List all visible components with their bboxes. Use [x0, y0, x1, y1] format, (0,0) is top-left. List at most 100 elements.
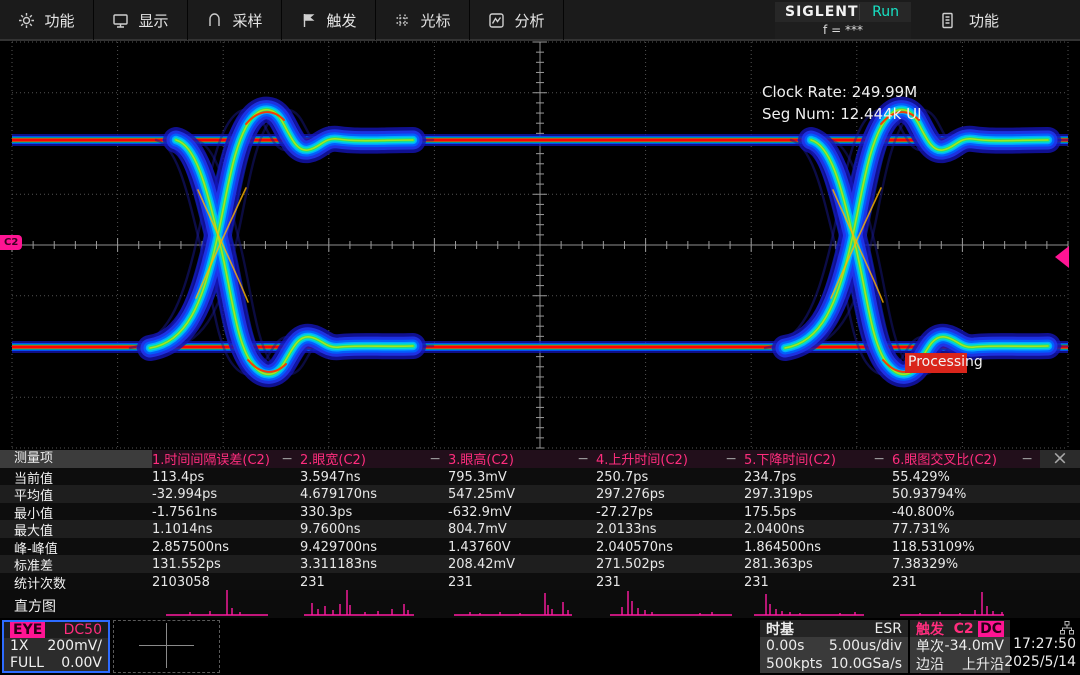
- trigger-level: -34.0mV: [945, 638, 1004, 654]
- measurement-value: -1.7561ns: [152, 505, 300, 520]
- oscilloscope-screen: 功能 显示 采样 触发 光标: [0, 0, 1080, 675]
- measurement-value: 7.38329%: [892, 557, 1040, 572]
- menu-item-function-right[interactable]: 功能: [916, 0, 1080, 40]
- row-label: 峰-峰值: [0, 538, 152, 557]
- menu-item-function[interactable]: 功能: [0, 0, 94, 40]
- measurement-column-header[interactable]: 3.眼高(C2)−: [448, 450, 596, 468]
- channel-descriptor-box[interactable]: EYE DC50 1X 200mV/ FULL 0.00V: [2, 620, 110, 673]
- channel-offset: 0.00V: [61, 655, 102, 671]
- run-status[interactable]: Run: [859, 4, 911, 20]
- trigger-flag-icon: [300, 12, 317, 29]
- measurement-column-header[interactable]: 6.眼图交叉比(C2)−: [892, 450, 1040, 468]
- channel-coupling: DC50: [64, 622, 102, 638]
- menu-item-trigger[interactable]: 触发: [282, 0, 376, 40]
- measurement-value: 330.3ps: [300, 505, 448, 520]
- gear-icon: [18, 12, 35, 29]
- cursor-icon: [394, 12, 411, 29]
- measurement-value: 208.42mV: [448, 557, 596, 572]
- datetime-panel[interactable]: 17:27:50 2025/5/14: [1012, 620, 1078, 673]
- analysis-icon: [488, 12, 505, 29]
- remove-measurement-button[interactable]: −: [574, 451, 592, 467]
- channel-bandwidth: FULL: [10, 655, 44, 671]
- channel-eye-badge: EYE: [10, 622, 45, 638]
- menu-item-acquire[interactable]: 采样: [188, 0, 282, 40]
- measurement-value: 547.25mV: [448, 487, 596, 502]
- menu-item-label: 分析: [514, 10, 544, 31]
- measurement-value: 77.731%: [892, 522, 1040, 537]
- clock-rate-text: Clock Rate: 249.99M: [762, 81, 922, 103]
- measurement-header-row: 测量项 1.时间间隔误差(C2)−2.眼宽(C2)−3.眼高(C2)−4.上升时…: [0, 450, 1080, 468]
- measurement-value: 2.040570ns: [596, 540, 744, 555]
- timebase-points: 500kpts: [766, 656, 823, 672]
- plus-crosshair-icon: [114, 621, 219, 670]
- row-label: 统计次数: [0, 573, 152, 592]
- channel-c2-reference-marker[interactable]: C2: [0, 235, 22, 250]
- remove-measurement-button[interactable]: −: [722, 451, 740, 467]
- timebase-box[interactable]: 时基 ESR 0.00s 5.00us/div 500kpts 10.0GSa/…: [760, 620, 908, 673]
- measurement-column-header[interactable]: 4.上升时间(C2)−: [596, 450, 744, 468]
- menu-item-label: 采样: [232, 10, 262, 31]
- trigger-mode: 单次: [916, 636, 944, 656]
- menu-item-label: 触发: [326, 10, 356, 31]
- trigger-level-marker[interactable]: [1055, 246, 1069, 268]
- remove-measurement-button[interactable]: −: [1018, 451, 1036, 467]
- row-label: 最小值: [0, 503, 152, 522]
- menu-item-label: 功能: [44, 10, 74, 31]
- measurement-value: 804.7mV: [448, 522, 596, 537]
- timebase-mode: ESR: [875, 621, 902, 637]
- measurement-column-header[interactable]: 5.下降时间(C2)−: [744, 450, 892, 468]
- close-measurements-button[interactable]: ×: [1052, 450, 1068, 467]
- menu-item-label: 光标: [420, 10, 450, 31]
- trigger-slope: 上升沿: [962, 654, 1004, 674]
- measurement-value: 175.5ps: [744, 505, 892, 520]
- remove-measurement-button[interactable]: −: [278, 451, 296, 467]
- measurement-value: -27.27ps: [596, 505, 744, 520]
- clock-time: 17:27:50: [1013, 636, 1076, 652]
- scope-status-panel: SIGLENT Run f = ***: [775, 2, 911, 39]
- trigger-type: 边沿: [916, 654, 944, 674]
- measurement-row-pkpk: 峰-峰值 2.857500ns9.429700ns1.43760V2.04057…: [0, 538, 1080, 556]
- measurement-value: 231: [448, 575, 596, 590]
- row-label: 平均值: [0, 485, 152, 504]
- menu-item-analysis[interactable]: 分析: [470, 0, 564, 40]
- measurement-value: 55.429%: [892, 470, 1040, 485]
- measurement-value: 1.43760V: [448, 540, 596, 555]
- menu-item-label: 显示: [138, 10, 168, 31]
- measurement-value: 231: [596, 575, 744, 590]
- add-channel-box[interactable]: [113, 620, 220, 673]
- clock-date: 2025/5/14: [1004, 654, 1076, 670]
- measurement-value: 231: [300, 575, 448, 590]
- measurement-value: 131.552ps: [152, 557, 300, 572]
- measurement-column-header[interactable]: 2.眼宽(C2)−: [300, 450, 448, 468]
- measurement-value: 9.7600ns: [300, 522, 448, 537]
- row-label: 标准差: [0, 555, 152, 574]
- menu-item-label: 功能: [969, 10, 999, 31]
- remove-measurement-button[interactable]: −: [426, 451, 444, 467]
- measurement-value: 795.3mV: [448, 470, 596, 485]
- measurement-column-header[interactable]: 1.时间间隔误差(C2)−: [152, 450, 300, 468]
- measurement-value: 9.429700ns: [300, 540, 448, 555]
- display-icon: [112, 12, 129, 29]
- timebase-delay: 0.00s: [766, 638, 804, 654]
- trigger-box[interactable]: 触发 C2 DC 单次 -34.0mV 边沿 上升沿: [910, 620, 1010, 673]
- measurement-value: 231: [744, 575, 892, 590]
- measurement-value: 2103058: [152, 575, 300, 590]
- measurement-value: 50.93794%: [892, 487, 1040, 502]
- measurement-histograms: [152, 590, 1042, 618]
- lan-network-icon: [1060, 621, 1074, 635]
- measurement-row-mean: 平均值 -32.994ps4.679170ns547.25mV297.276ps…: [0, 485, 1080, 503]
- measurement-table: 测量项 1.时间间隔误差(C2)−2.眼宽(C2)−3.眼高(C2)−4.上升时…: [0, 450, 1080, 590]
- measurement-value: 2.0133ns: [596, 522, 744, 537]
- close-table-cell: ×: [1040, 450, 1080, 468]
- histogram-label: 直方图: [14, 596, 56, 616]
- waveform-display-area[interactable]: Clock Rate: 249.99M Seg Num: 12.444k UI …: [0, 40, 1080, 450]
- remove-measurement-button[interactable]: −: [870, 451, 888, 467]
- measurement-value: -632.9mV: [448, 505, 596, 520]
- measurement-row-min: 最小值 -1.7561ns330.3ps-632.9mV-27.27ps175.…: [0, 503, 1080, 521]
- trigger-source: C2: [954, 621, 974, 637]
- measurement-value: 231: [892, 575, 1040, 590]
- menu-item-display[interactable]: 显示: [94, 0, 188, 40]
- menu-item-cursor[interactable]: 光标: [376, 0, 470, 40]
- row-label: 最大值: [0, 520, 152, 539]
- measurement-value: 1.864500ns: [744, 540, 892, 555]
